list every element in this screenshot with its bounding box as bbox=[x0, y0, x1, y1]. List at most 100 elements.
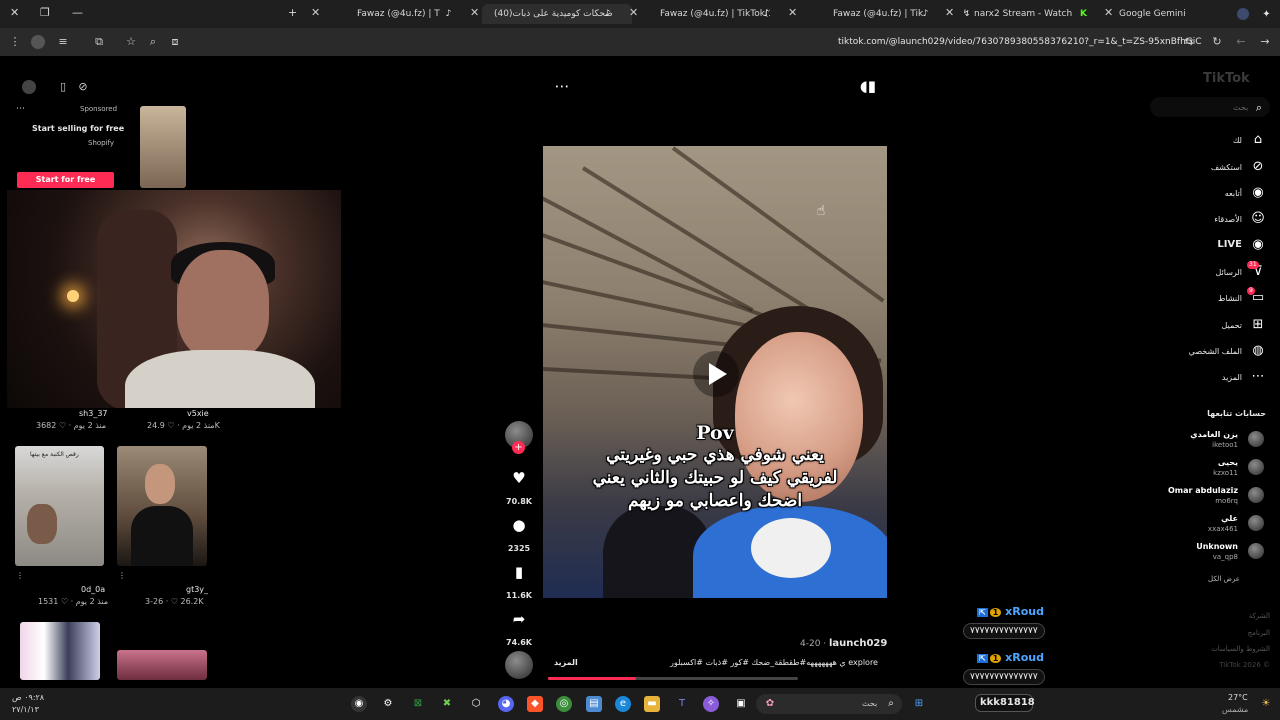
share-arrow-icon[interactable]: ➦ bbox=[510, 610, 528, 628]
excel-icon[interactable]: ⊠ bbox=[410, 696, 426, 712]
nav-item-label[interactable]: استكشف bbox=[1150, 163, 1242, 172]
see-all-link[interactable]: عرض الكل bbox=[1190, 575, 1240, 583]
tab-5[interactable]: narx2 Stream - Watch Live bbox=[974, 4, 1074, 24]
tab-close-icon[interactable]: ✕ bbox=[470, 6, 479, 19]
card-author[interactable]: v5xie bbox=[187, 409, 209, 418]
ad-thumbnail[interactable] bbox=[140, 106, 186, 188]
task-view-icon[interactable]: ▣ bbox=[733, 696, 749, 712]
tab-4[interactable]: Fawaz (@4u.fz) | TikTok bbox=[833, 4, 923, 24]
search-icon[interactable]: ⌕ bbox=[1251, 100, 1267, 116]
tab-close-icon[interactable]: ✕ bbox=[629, 6, 638, 19]
sound-disc-avatar[interactable] bbox=[505, 651, 533, 679]
obs-icon[interactable]: ⬡ bbox=[468, 696, 484, 712]
back-icon[interactable]: → bbox=[1258, 35, 1272, 49]
phone-icon[interactable]: ▯ bbox=[56, 80, 70, 94]
following-avatar[interactable] bbox=[1248, 515, 1264, 531]
start-for-free-button[interactable]: Start for free bbox=[17, 172, 114, 188]
translate-icon[interactable]: ⧈ bbox=[168, 35, 182, 49]
compass-small-icon[interactable]: ⊘ bbox=[76, 80, 90, 94]
more-icon[interactable]: ⋯ bbox=[1250, 369, 1266, 385]
compass-icon[interactable]: ⊘ bbox=[1250, 159, 1266, 175]
minimize-window-icon[interactable]: — bbox=[72, 6, 83, 19]
url-field[interactable]: tiktok.com/@launch029/video/763078938055… bbox=[838, 35, 1202, 49]
restore-window-icon[interactable]: ❐ bbox=[40, 6, 50, 19]
video-thumbnail[interactable] bbox=[20, 622, 100, 680]
footer-link[interactable]: الشركة bbox=[1190, 612, 1270, 620]
following-avatar[interactable] bbox=[1248, 431, 1264, 447]
video-thumbnail[interactable] bbox=[117, 446, 207, 566]
comment-icon[interactable]: ● bbox=[510, 516, 528, 534]
following-name[interactable]: علي bbox=[1150, 514, 1238, 523]
tab-3[interactable]: Fawaz (@4u.fz) | TikTok(39) bbox=[660, 4, 770, 24]
video-menu-icon[interactable]: ⋯ bbox=[553, 77, 571, 95]
card-menu-icon[interactable]: ⋮ bbox=[118, 571, 126, 580]
ad-menu-icon[interactable]: ⋯ bbox=[16, 104, 25, 114]
chrome-icon[interactable]: ◎ bbox=[556, 696, 572, 712]
new-tab-icon[interactable]: + bbox=[288, 6, 297, 19]
tiktok-logo[interactable]: TikTok bbox=[1203, 71, 1250, 86]
brave-icon[interactable]: ◆ bbox=[527, 696, 543, 712]
home-icon[interactable]: ⌂ bbox=[1250, 132, 1266, 148]
nav-item-label[interactable]: أتابعه bbox=[1150, 189, 1242, 198]
copilot-icon[interactable]: ✧ bbox=[703, 696, 719, 712]
following-name[interactable]: Omar abdulaziz bbox=[1150, 486, 1238, 495]
nav-item-label[interactable]: النشاط bbox=[1150, 294, 1242, 303]
panel-avatar-icon[interactable] bbox=[22, 80, 36, 94]
discord-icon[interactable]: ◕ bbox=[498, 696, 514, 712]
video-author[interactable]: launch029 bbox=[829, 638, 887, 649]
video-thumbnail[interactable] bbox=[117, 650, 207, 680]
bookmark-icon[interactable]: ▮ bbox=[510, 563, 528, 581]
follow-plus-icon[interactable]: + bbox=[512, 441, 525, 454]
nav-item-label[interactable]: الملف الشخصي bbox=[1150, 347, 1242, 356]
tab-close-icon[interactable]: ✕ bbox=[945, 6, 954, 19]
folder-icon[interactable]: ▬ bbox=[644, 696, 660, 712]
app-icon[interactable]: ◉ bbox=[351, 696, 367, 712]
tab-close-icon[interactable]: ✕ bbox=[1104, 6, 1113, 19]
live-icon[interactable]: ◉ bbox=[1250, 237, 1266, 253]
edge-icon[interactable]: e bbox=[615, 696, 631, 712]
following-icon[interactable]: ◉ bbox=[1250, 185, 1266, 201]
following-avatar[interactable] bbox=[1248, 459, 1264, 475]
following-avatar[interactable] bbox=[1248, 487, 1264, 503]
nav-item-label[interactable]: الرسائل bbox=[1150, 268, 1243, 277]
close-window-icon[interactable]: ✕ bbox=[10, 6, 19, 19]
nav-item-label[interactable]: لك bbox=[1150, 136, 1242, 145]
weather-sun-icon[interactable]: ☀ bbox=[1258, 696, 1274, 712]
extension-avatar-icon[interactable] bbox=[31, 35, 45, 49]
like-heart-icon[interactable]: ♥ bbox=[510, 469, 528, 487]
following-name[interactable]: يحيى bbox=[1150, 458, 1238, 467]
xbox-icon[interactable]: ✖ bbox=[439, 696, 455, 712]
tab-close-icon[interactable]: ✕ bbox=[788, 6, 797, 19]
following-name[interactable]: Unknown bbox=[1150, 542, 1238, 551]
tab-close-icon[interactable]: ✕ bbox=[311, 6, 320, 19]
customize-icon[interactable]: ≡ bbox=[56, 35, 70, 49]
footer-link[interactable]: البرنامج bbox=[1190, 629, 1270, 637]
teams-icon[interactable]: T bbox=[674, 696, 690, 712]
profile-avatar-icon[interactable] bbox=[1237, 8, 1249, 20]
tab-1[interactable]: Fawaz (@4u.fz) | TikTok bbox=[330, 4, 440, 24]
nav-item-label[interactable]: LIVE bbox=[1150, 239, 1242, 250]
bookmark-star-icon[interactable]: ☆ bbox=[124, 35, 138, 49]
site-settings-icon[interactable]: ⇆ bbox=[1182, 35, 1196, 49]
card-author[interactable]: sh3_37 bbox=[79, 409, 108, 418]
menu-dots-icon[interactable]: ⋮ bbox=[8, 35, 22, 49]
card-menu-icon[interactable]: ⋮ bbox=[16, 571, 24, 580]
nav-item-label[interactable]: تحميل bbox=[1150, 321, 1243, 330]
nav-item-label[interactable]: المزيد bbox=[1150, 373, 1242, 382]
windows-start-icon[interactable]: ⊞ bbox=[911, 696, 927, 712]
nav-item-label[interactable]: الأصدقاء bbox=[1150, 215, 1242, 224]
volume-icon[interactable]: ◖▮ bbox=[859, 77, 877, 95]
tab-6[interactable]: Google Gemini bbox=[1119, 4, 1199, 24]
progress-track[interactable] bbox=[548, 677, 798, 680]
video-thumbnail[interactable] bbox=[15, 446, 104, 566]
steam-icon[interactable]: ⚙ bbox=[380, 696, 396, 712]
ad-headline[interactable]: Start selling for free bbox=[32, 124, 124, 133]
profile-icon[interactable]: ◍ bbox=[1250, 343, 1266, 359]
extensions-icon[interactable]: ⧉ bbox=[92, 35, 106, 49]
zoom-icon[interactable]: ⌕ bbox=[146, 35, 160, 49]
forward-icon[interactable]: ← bbox=[1234, 35, 1248, 49]
card-author[interactable]: 0d_0a bbox=[81, 585, 105, 594]
following-name[interactable]: يزن الغامدي bbox=[1150, 430, 1238, 439]
sparkle-icon[interactable]: ✦ bbox=[1262, 10, 1271, 20]
upload-icon[interactable]: ⊞ bbox=[1250, 317, 1266, 333]
